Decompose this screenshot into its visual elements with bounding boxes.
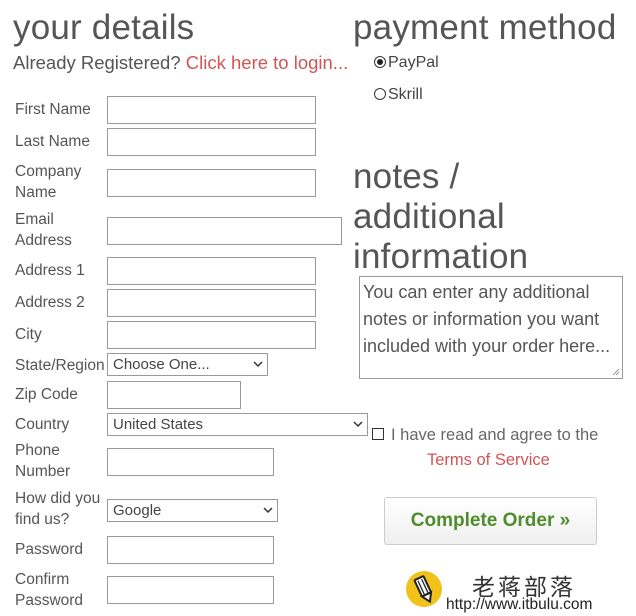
- skrill-radio[interactable]: [374, 88, 386, 100]
- resize-handle-icon[interactable]: [612, 368, 620, 376]
- phone-number-input[interactable]: [107, 448, 274, 476]
- state-select-value: Choose One...: [113, 356, 210, 373]
- login-link[interactable]: Click here to login...: [186, 52, 348, 73]
- paypal-radio[interactable]: [374, 56, 386, 68]
- state-select[interactable]: Choose One...: [107, 353, 268, 376]
- address1-input[interactable]: [107, 257, 316, 285]
- payment-method-heading: payment method: [353, 8, 617, 47]
- country-select[interactable]: United States: [107, 413, 368, 436]
- country-select-value: United States: [113, 416, 204, 433]
- complete-order-button[interactable]: Complete Order »: [384, 497, 597, 545]
- company-name-label: Company Name: [15, 163, 82, 201]
- first-name-label: First Name: [15, 101, 91, 118]
- company-name-input[interactable]: [107, 169, 316, 197]
- password-input[interactable]: [107, 536, 274, 564]
- confirm-password-label: Confirm Password: [15, 571, 84, 609]
- password-label: Password: [15, 541, 84, 558]
- confirm-password-input[interactable]: [107, 576, 274, 604]
- chevron-down-icon: [353, 421, 363, 428]
- paypal-option-label: PayPal: [388, 54, 439, 71]
- agree-terms-text: I have read and agree to the: [391, 426, 599, 444]
- address1-label: Address 1: [15, 262, 85, 279]
- zip-code-input[interactable]: [107, 381, 241, 409]
- terms-of-service-link[interactable]: Terms of Service: [427, 451, 550, 470]
- first-name-input[interactable]: [107, 96, 316, 124]
- notes-heading: notes / additional information: [353, 157, 529, 276]
- city-input[interactable]: [107, 321, 316, 349]
- last-name-label: Last Name: [15, 133, 90, 150]
- zip-code-label: Zip Code: [15, 386, 78, 403]
- email-address-input[interactable]: [107, 217, 342, 245]
- how-found-select-value: Google: [113, 502, 162, 519]
- notes-text: You can enter any additional notes or in…: [363, 282, 611, 356]
- last-name-input[interactable]: [107, 128, 316, 156]
- notes-textarea[interactable]: You can enter any additional notes or in…: [359, 276, 623, 379]
- chevron-down-icon: [263, 507, 273, 514]
- how-found-select[interactable]: Google: [107, 499, 278, 522]
- pencil-logo-icon: [406, 571, 442, 607]
- address2-input[interactable]: [107, 289, 316, 317]
- phone-number-label: Phone Number: [15, 442, 71, 480]
- address2-label: Address 2: [15, 294, 85, 311]
- your-details-heading: your details: [13, 8, 195, 47]
- already-registered-line: Already Registered? Click here to login.…: [13, 52, 348, 74]
- skrill-option-label: Skrill: [388, 86, 423, 103]
- email-address-label: Email Address: [15, 211, 72, 249]
- country-label: Country: [15, 416, 70, 433]
- how-did-you-find-us-label: How did you find us?: [15, 490, 101, 528]
- chevron-down-icon: [253, 361, 263, 368]
- agree-terms-checkbox[interactable]: [372, 428, 384, 440]
- city-label: City: [15, 326, 42, 343]
- state-region-label: State/Region: [15, 357, 105, 374]
- already-registered-text: Already Registered?: [13, 52, 181, 73]
- watermark-url: http://www.itbulu.com: [446, 596, 593, 613]
